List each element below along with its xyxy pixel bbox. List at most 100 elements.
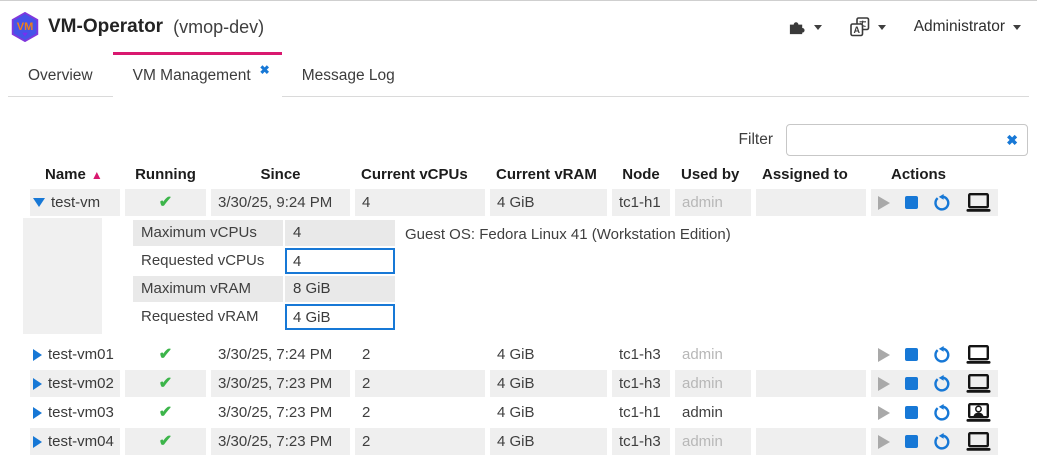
tab-label: Overview [28, 67, 93, 85]
console-icon[interactable] [966, 374, 991, 393]
requested-vram-input[interactable] [285, 304, 395, 330]
expand-icon[interactable] [33, 407, 42, 419]
start-icon[interactable] [878, 406, 890, 420]
vm-name-cell: test-vm03 [30, 399, 120, 426]
tab-vm-management[interactable]: VM Management ✖ [113, 52, 282, 96]
assigned-to-cell [756, 189, 866, 216]
field-label: Maximum vRAM [133, 276, 283, 302]
reset-icon[interactable] [933, 375, 951, 393]
detail-form: Maximum vCPUs 4 Requested vCPUs Maximum … [133, 220, 395, 330]
used-by-cell: admin [675, 428, 751, 455]
filter-box: ✖ [786, 124, 1028, 156]
translate-letter: A [853, 25, 860, 35]
reset-icon[interactable] [933, 346, 951, 364]
console-in-use-icon[interactable] [966, 403, 991, 422]
close-tab-icon[interactable]: ✖ [260, 63, 270, 77]
logo-text: VM [17, 21, 34, 33]
chevron-down-icon [814, 25, 822, 30]
column-header-since[interactable]: Since [211, 163, 350, 187]
stop-icon[interactable] [905, 196, 918, 209]
vm-name-cell: test-vm [30, 189, 120, 216]
reset-icon[interactable] [933, 194, 951, 212]
assigned-to-cell [756, 399, 866, 426]
table-row: test-vm04 ✔ 3/30/25, 7:23 PM 2 4 GiB tc1… [30, 428, 998, 455]
actions-cell [871, 370, 998, 397]
column-header-current-vcpus[interactable]: Current vCPUs [355, 163, 485, 187]
used-by-cell: admin [675, 370, 751, 397]
requested-vcpus-input[interactable] [285, 248, 395, 274]
guest-os-label: Guest OS: Fedora Linux 41 (Workstation E… [405, 225, 731, 245]
vm-name-cell: test-vm01 [30, 341, 120, 368]
running-check-icon: ✔ [159, 341, 172, 368]
column-header-running[interactable]: Running [125, 163, 206, 187]
node-cell: tc1-h3 [612, 370, 670, 397]
expand-icon[interactable] [33, 436, 42, 448]
table-row: test-vm01 ✔ 3/30/25, 7:24 PM 2 4 GiB tc1… [30, 341, 998, 368]
running-check-icon: ✔ [159, 399, 172, 426]
detail-name-column-strip [23, 218, 102, 334]
running-check-icon: ✔ [159, 428, 172, 455]
puzzle-icon [788, 18, 806, 36]
since-cell: 3/30/25, 7:23 PM [211, 428, 350, 455]
actions-cell [871, 189, 998, 216]
running-check-icon: ✔ [159, 370, 172, 397]
console-icon[interactable] [966, 345, 991, 364]
expand-icon[interactable] [33, 378, 42, 390]
start-icon[interactable] [878, 435, 890, 449]
running-cell: ✔ [125, 370, 206, 397]
sort-ascending-icon: ▲ [91, 168, 103, 182]
column-header-name[interactable]: Name▲ [30, 163, 120, 187]
actions-cell [871, 399, 998, 426]
stop-icon[interactable] [905, 435, 918, 448]
column-header-node[interactable]: Node [612, 163, 670, 187]
used-by-cell: admin [675, 399, 751, 426]
tab-message-log[interactable]: Message Log [282, 52, 415, 96]
tab-bar: Overview VM Management ✖ Message Log [8, 52, 1029, 97]
used-by-cell: admin [675, 189, 751, 216]
start-icon[interactable] [878, 377, 890, 391]
column-header-used-by[interactable]: Used by [675, 163, 751, 187]
plugins-menu-button[interactable] [788, 18, 822, 36]
running-cell: ✔ [125, 399, 206, 426]
reset-icon[interactable] [933, 404, 951, 422]
table-row: test-vm03 ✔ 3/30/25, 7:23 PM 2 4 GiB tc1… [30, 399, 998, 426]
topbar: VM VM-Operator (vmop-dev) A [0, 2, 1037, 52]
clear-filter-icon[interactable]: ✖ [1006, 133, 1018, 147]
top-menus: A Administrator [788, 17, 1021, 37]
start-icon[interactable] [878, 196, 890, 210]
actions-cell [871, 428, 998, 455]
stop-icon[interactable] [905, 348, 918, 361]
start-icon[interactable] [878, 348, 890, 362]
current-vram-cell: 4 GiB [490, 399, 607, 426]
tab-overview[interactable]: Overview [8, 52, 113, 96]
filter-row: Filter ✖ [739, 124, 1028, 156]
user-menu-label: Administrator [914, 18, 1005, 36]
current-vram-cell: 4 GiB [490, 189, 607, 216]
console-icon[interactable] [966, 193, 991, 212]
vm-name-cell: test-vm02 [30, 370, 120, 397]
current-vcpus-cell: 2 [355, 370, 485, 397]
console-icon[interactable] [966, 432, 991, 451]
column-header-current-vram[interactable]: Current vRAM [490, 163, 607, 187]
translate-icon: A [850, 17, 870, 37]
assigned-to-cell [756, 341, 866, 368]
vm-name-cell: test-vm04 [30, 428, 120, 455]
language-menu-button[interactable]: A [850, 17, 886, 37]
stop-icon[interactable] [905, 377, 918, 390]
vm-operator-app: VM VM-Operator (vmop-dev) A [0, 0, 1037, 457]
reset-icon[interactable] [933, 433, 951, 451]
user-menu-button[interactable]: Administrator [914, 18, 1021, 36]
collapse-icon[interactable] [33, 198, 45, 207]
expand-icon[interactable] [33, 349, 42, 361]
current-vcpus-cell: 2 [355, 399, 485, 426]
filter-label: Filter [739, 131, 773, 149]
stop-icon[interactable] [905, 406, 918, 419]
vm-name: test-vm [51, 189, 100, 216]
app-title: VM-Operator [48, 16, 163, 38]
running-check-icon: ✔ [159, 189, 172, 216]
used-by-cell: admin [675, 341, 751, 368]
filter-input[interactable] [796, 132, 1006, 149]
column-header-assigned-to[interactable]: Assigned to [756, 163, 866, 187]
field-value-readonly: 4 [285, 220, 395, 246]
table-header: Name▲ Running Since Current vCPUs Curren… [30, 163, 998, 187]
